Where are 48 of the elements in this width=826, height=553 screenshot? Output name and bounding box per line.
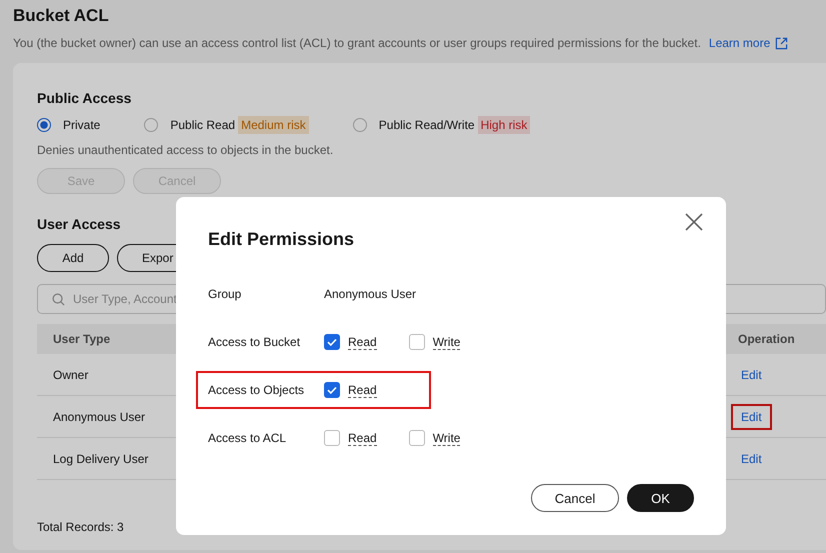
section-title: User Access <box>37 216 121 232</box>
risk-badge: High risk <box>478 116 530 134</box>
field-label: Access to ACL <box>208 431 288 445</box>
radio-label: Private <box>63 118 100 132</box>
cancel-button[interactable]: Cancel <box>531 484 619 512</box>
radio-button[interactable] <box>352 118 367 132</box>
table-cell: Log Delivery User <box>53 452 148 466</box>
field-label: Group <box>208 287 242 301</box>
checkbox-label: Read <box>348 430 377 446</box>
checkbox-label: Read <box>348 334 377 350</box>
close-icon[interactable] <box>685 213 703 231</box>
checkbox[interactable] <box>324 430 340 446</box>
checkbox-label: Read <box>348 382 377 398</box>
edit-link[interactable]: Edit <box>731 362 772 388</box>
checkbox[interactable] <box>324 382 340 398</box>
checkbox[interactable] <box>324 334 340 350</box>
column-header: Operation <box>738 332 795 346</box>
column-header: User Type <box>53 332 110 346</box>
check-icon <box>326 336 338 348</box>
checkbox-label: Write <box>432 334 460 350</box>
learn-more-link[interactable]: Learn more <box>708 36 788 50</box>
radio-label: Public Read <box>170 118 236 132</box>
risk-badge: Medium risk <box>238 116 309 134</box>
field-value: Anonymous User <box>324 287 416 301</box>
search-icon <box>52 292 65 306</box>
checkbox-label: Write <box>432 430 460 446</box>
edit-link[interactable]: Edit <box>731 404 772 430</box>
radio-label: Public Read/Write <box>378 118 475 132</box>
section-title: Public Access <box>37 90 132 106</box>
option-description: Denies unauthenticated access to objects in the bucket. <box>37 143 334 157</box>
checkbox[interactable] <box>408 334 425 350</box>
search-placeholder: User Type, Account <box>73 292 177 306</box>
ok-button[interactable]: OK <box>627 484 694 512</box>
table-cell: Anonymous User <box>53 410 146 424</box>
check-icon <box>326 384 338 396</box>
table-cell: Owner <box>53 368 88 382</box>
field-label: Access to Bucket <box>208 335 302 349</box>
field-label: Access to Objects <box>208 383 306 397</box>
edit-link[interactable]: Edit <box>731 446 772 472</box>
external-link-icon <box>775 36 788 50</box>
page-title: Bucket ACL <box>13 6 110 26</box>
dialog-title: Edit Permissions <box>208 229 356 250</box>
total-records: Total Records: 3 <box>37 520 125 534</box>
checkbox[interactable] <box>408 430 425 446</box>
radio-button[interactable] <box>144 118 158 132</box>
page-description: You (the bucket owner) can use an access control list (ACL) to grant accounts or user groups required permissions for the bucket. <box>13 36 701 50</box>
action-button[interactable]: Add <box>37 244 109 272</box>
radio-button[interactable] <box>37 118 51 132</box>
